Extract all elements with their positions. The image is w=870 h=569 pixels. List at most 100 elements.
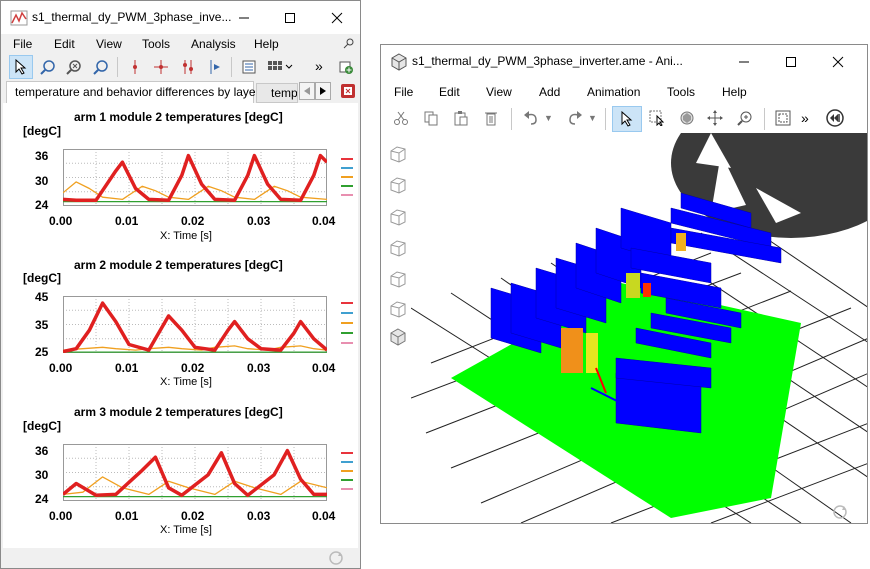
plot-menubar: File Edit View Tools Analysis Help (1, 34, 360, 54)
grid-layout-button[interactable] (265, 55, 297, 79)
menu-help[interactable]: Help (254, 37, 279, 51)
plot-window-title: s1_thermal_dy_PWM_3phase_inve... (32, 10, 232, 24)
view-left-icon[interactable] (389, 208, 407, 226)
delete-button[interactable] (479, 106, 503, 130)
animation-window-titlebar[interactable]: s1_thermal_dy_PWM_3phase_inverter.ame - … (381, 45, 867, 78)
plot2-unit: [degC] (23, 271, 61, 285)
scissors-icon (394, 111, 408, 125)
list-view-button[interactable] (237, 55, 261, 79)
toolbar-separator (231, 57, 232, 77)
trash-icon (485, 112, 497, 126)
double-cursor-icon (183, 60, 193, 74)
resize-grip-icon[interactable] (327, 549, 345, 567)
plot3-xlabel: X: Time [s] (160, 524, 212, 536)
tab-scroll-left-button[interactable] (299, 82, 315, 100)
toolbar-separator (511, 108, 512, 130)
menu-view[interactable]: View (96, 37, 122, 51)
menu-tools[interactable]: Tools (142, 37, 170, 51)
paste-icon (454, 111, 468, 126)
zoom-view-button[interactable] (733, 106, 757, 130)
zoom-box-button[interactable] (36, 55, 60, 79)
box-select-button[interactable] (645, 106, 669, 130)
menu-animation[interactable]: Animation (587, 85, 640, 99)
menu-edit[interactable]: Edit (439, 85, 460, 99)
view-right-icon[interactable] (389, 239, 407, 257)
plot2-canvas[interactable] (63, 296, 327, 353)
plot1-xtick: 0.03 (247, 214, 271, 228)
view-bottom-icon[interactable] (389, 300, 407, 318)
menu-help[interactable]: Help (722, 85, 747, 99)
rotate-view-button[interactable] (675, 106, 699, 130)
menu-tools[interactable]: Tools (667, 85, 695, 99)
minimize-icon (739, 61, 749, 62)
toolbar-overflow-icon[interactable]: » (801, 110, 809, 126)
plot-window-titlebar[interactable]: s1_thermal_dy_PWM_3phase_inve... (1, 1, 360, 34)
undo-button[interactable] (519, 106, 543, 130)
redo-button[interactable] (563, 106, 587, 130)
redo-dropdown-icon[interactable]: ▼ (588, 113, 597, 123)
animation-app-icon (391, 53, 407, 71)
animation-close-button[interactable] (815, 45, 861, 78)
view-iso-icon[interactable] (389, 328, 407, 346)
maximize-button[interactable] (267, 1, 313, 34)
legend-line (341, 488, 353, 490)
tab-temperature-differences[interactable]: temperature and behavior differences by … (6, 81, 260, 103)
copy-button[interactable] (419, 106, 443, 130)
plot3-canvas[interactable] (63, 444, 327, 501)
cut-button[interactable] (389, 106, 413, 130)
cross-cursor-button[interactable] (149, 55, 173, 79)
toolbar-separator (605, 108, 606, 130)
plot1-canvas[interactable] (63, 149, 327, 206)
plot1-xtick: 0.04 (312, 214, 336, 228)
toolbar-overflow-icon[interactable]: » (315, 58, 323, 74)
plot2-ytick: 35 (35, 318, 49, 332)
plot3-ytick: 36 (35, 444, 49, 458)
zoom-reset-button[interactable] (89, 55, 113, 79)
animation-window-title: s1_thermal_dy_PWM_3phase_inverter.ame - … (412, 54, 683, 68)
plot3-ytick: 30 (35, 468, 49, 482)
plot2-xtick: 0.04 (312, 361, 336, 375)
fit-view-button[interactable] (771, 106, 795, 130)
select-tool-button[interactable] (612, 106, 642, 132)
select-tool-button[interactable] (9, 55, 33, 79)
view-top-icon[interactable] (389, 270, 407, 288)
undo-icon (524, 111, 537, 125)
plot1-ytick: 36 (35, 149, 49, 163)
menu-analysis[interactable]: Analysis (191, 37, 236, 51)
scene-3d-viewport[interactable] (411, 133, 868, 523)
zoom-box-icon (40, 60, 55, 75)
minimize-button[interactable] (221, 1, 267, 34)
zoom-out-button[interactable] (62, 55, 86, 79)
animation-minimize-button[interactable] (721, 45, 767, 78)
close-button[interactable] (314, 1, 360, 34)
view-back-icon[interactable] (389, 176, 407, 194)
menu-add[interactable]: Add (539, 85, 560, 99)
view-front-icon[interactable] (389, 145, 407, 163)
rewind-icon (826, 109, 844, 127)
pin-icon[interactable] (343, 37, 355, 49)
pan-view-button[interactable] (703, 106, 727, 130)
plot3-unit: [degC] (23, 419, 61, 433)
menu-edit[interactable]: Edit (54, 37, 75, 51)
plot-tabbar: temperature and behavior differences by … (1, 81, 360, 103)
menu-file[interactable]: File (394, 85, 413, 99)
paste-button[interactable] (449, 106, 473, 130)
tab-temperature-next[interactable]: tempe (256, 83, 298, 103)
resize-grip-icon[interactable] (831, 503, 849, 521)
undo-dropdown-icon[interactable]: ▼ (544, 113, 553, 123)
legend-line (341, 461, 353, 463)
plot1-title: arm 1 module 2 temperatures [degC] (74, 110, 283, 124)
add-plot-button[interactable] (334, 55, 358, 79)
menu-view[interactable]: View (486, 85, 512, 99)
plot1-ytick: 30 (35, 174, 49, 188)
tab-scroll-right-button[interactable] (315, 82, 331, 100)
rewind-button[interactable] (823, 106, 847, 130)
animation-maximize-button[interactable] (768, 45, 814, 78)
step-cursor-button[interactable] (202, 55, 226, 79)
vertical-cursor-icon (133, 60, 137, 74)
double-cursor-button[interactable] (176, 55, 200, 79)
legend-line (341, 342, 353, 344)
menu-file[interactable]: File (13, 37, 32, 51)
close-tab-button[interactable] (341, 84, 355, 98)
vertical-cursor-button[interactable] (123, 55, 147, 79)
